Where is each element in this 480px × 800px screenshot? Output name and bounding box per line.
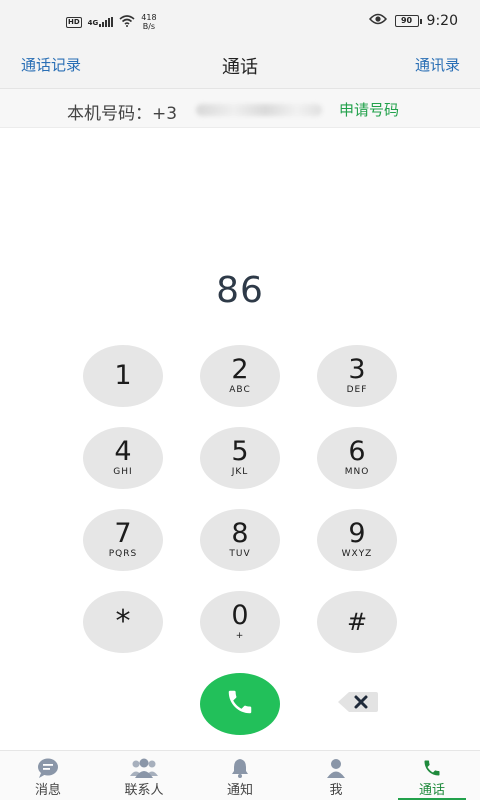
key-letters: PQRS (108, 549, 138, 559)
key-digit: 0 (231, 600, 249, 631)
apply-number-link[interactable]: 申请号码 (339, 99, 399, 120)
key-digit: # (346, 608, 368, 636)
call-history-link[interactable]: 通话记录 (21, 54, 81, 75)
clock: 9:20 (426, 13, 458, 29)
status-bar: HD 4G 418 B/s 90 9:20 (0, 0, 480, 44)
key-3[interactable]: 3 DEF (317, 345, 397, 407)
key-digit: 8 (231, 518, 249, 549)
key-1[interactable]: 1 (83, 345, 163, 407)
speed-value: 418 (141, 13, 157, 22)
tab-me[interactable]: 我 (288, 751, 384, 800)
tab-label: 我 (329, 783, 343, 798)
hd-badge: HD (66, 16, 82, 28)
key-6[interactable]: 6 MNO (317, 427, 397, 489)
tab-label: 通话 (418, 783, 445, 798)
local-number: 本机号码：+3 (67, 99, 177, 124)
message-icon (37, 758, 59, 778)
key-letters: JKL (231, 467, 249, 477)
wifi-icon (119, 14, 135, 30)
status-left: HD 4G 418 B/s (66, 13, 157, 31)
key-digit: 7 (114, 518, 132, 549)
tab-label: 通知 (226, 783, 253, 798)
key-digit: 5 (231, 436, 249, 467)
key-digit: 6 (348, 436, 366, 467)
tab-label: 消息 (34, 783, 61, 798)
tab-notifications[interactable]: 通知 (192, 751, 288, 800)
key-4[interactable]: 4 GHI (83, 427, 163, 489)
local-number-bar: 本机号码：+3 申请号码 (0, 88, 480, 128)
delete-button[interactable] (337, 692, 379, 716)
contacts-icon (130, 758, 158, 778)
key-letters: ABC (229, 385, 251, 395)
phone-icon (225, 687, 255, 721)
key-digit: 4 (114, 436, 132, 467)
battery-icon: 90 (394, 15, 422, 27)
key-star[interactable]: * (83, 591, 163, 653)
key-letters: MNO (344, 467, 370, 477)
key-hash[interactable]: # (317, 591, 397, 653)
nav-bar: 通话 通话记录 通讯录 (0, 44, 480, 88)
key-digit: 9 (348, 518, 366, 549)
dialed-number: 86 (216, 270, 264, 311)
tab-messages[interactable]: 消息 (0, 751, 96, 800)
redacted-number (196, 104, 322, 116)
tab-calls[interactable]: 通话 (384, 751, 480, 800)
key-0[interactable]: 0 + (200, 591, 280, 653)
key-7[interactable]: 7 PQRS (83, 509, 163, 571)
key-digit: 2 (231, 354, 249, 385)
tab-label: 联系人 (124, 783, 164, 798)
network-speed: 418 B/s (141, 13, 156, 31)
key-letters: TUV (229, 549, 251, 559)
key-letters: + (235, 631, 245, 641)
status-right: 90 9:20 (368, 13, 458, 29)
key-letters: GHI (113, 467, 133, 477)
backspace-icon (337, 690, 379, 718)
call-button[interactable] (200, 673, 280, 735)
network-type: 4G (87, 19, 99, 27)
speed-unit: B/s (142, 22, 156, 31)
bell-icon (230, 758, 250, 778)
local-number-value: +3 (152, 104, 178, 124)
key-digit: * (115, 604, 131, 639)
key-letters: DEF (346, 385, 368, 395)
local-number-label: 本机号码： (67, 104, 152, 124)
phone-icon (422, 758, 442, 778)
profile-icon (326, 758, 346, 778)
tab-contacts[interactable]: 联系人 (96, 751, 192, 800)
key-digit: 3 (348, 354, 366, 385)
key-8[interactable]: 8 TUV (200, 509, 280, 571)
tab-bar: 消息 联系人 通知 我 通话 (0, 750, 480, 800)
contacts-link[interactable]: 通讯录 (415, 54, 460, 75)
key-digit: 1 (114, 360, 132, 391)
key-9[interactable]: 9 WXYZ (317, 509, 397, 571)
key-2[interactable]: 2 ABC (200, 345, 280, 407)
eye-icon (368, 13, 387, 29)
key-letters: WXYZ (341, 549, 373, 559)
signal-icon: 4G (88, 17, 114, 27)
key-5[interactable]: 5 JKL (200, 427, 280, 489)
